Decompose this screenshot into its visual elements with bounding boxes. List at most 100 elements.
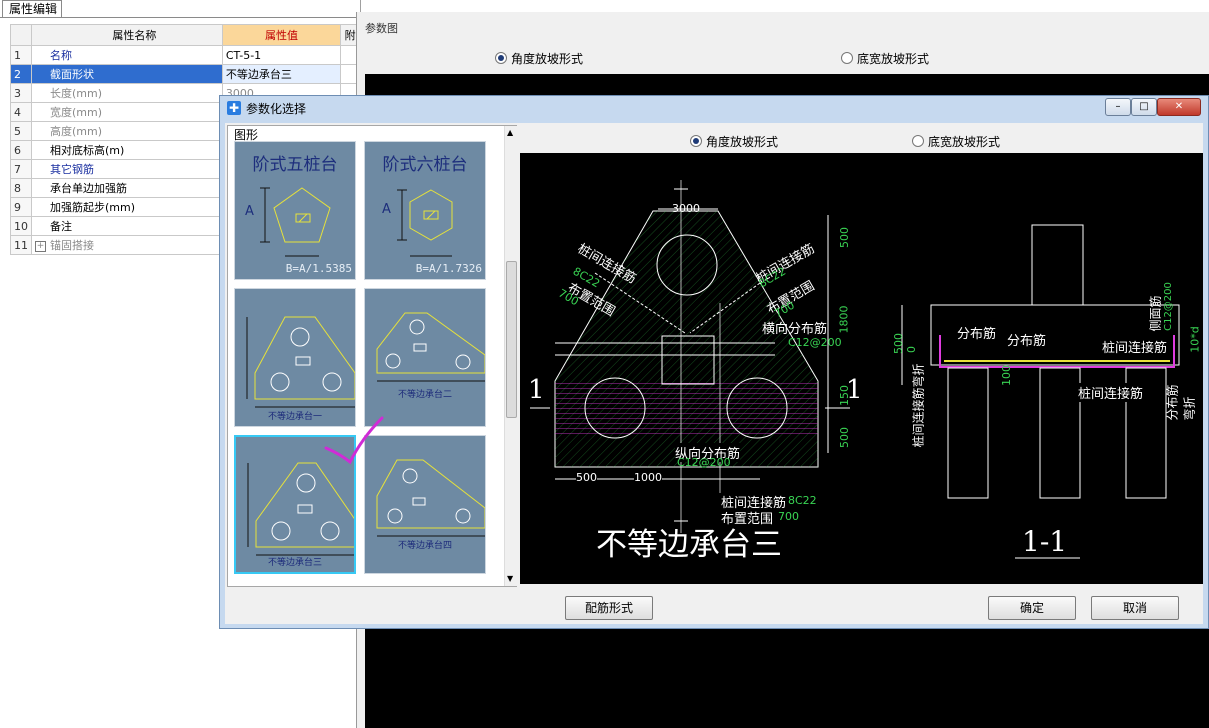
cancel-button[interactable]: 取消 bbox=[1091, 596, 1179, 620]
dim-1800: 1800 bbox=[837, 305, 851, 334]
radio-angle-slope-dialog[interactable]: 角度放坡形式 bbox=[690, 133, 778, 150]
row-number: 10 bbox=[10, 216, 32, 236]
dim-3000: 3000 bbox=[672, 202, 700, 215]
sec-10d: 10*d bbox=[1188, 326, 1202, 353]
sec-side-spec: C12@200 bbox=[1162, 282, 1174, 331]
ok-button[interactable]: 确定 bbox=[988, 596, 1076, 620]
radio-unchecked-icon bbox=[841, 52, 853, 64]
row-number: 11 bbox=[10, 235, 32, 255]
scroll-thumb[interactable] bbox=[506, 261, 517, 418]
radio-checked-icon bbox=[690, 135, 702, 147]
sec-dist-bend: 分布筋弯折 bbox=[1165, 384, 1197, 421]
row-number: 2 bbox=[10, 64, 32, 84]
sec-dist-rebar-2: 分布筋 bbox=[1007, 334, 1047, 349]
property-value[interactable]: 不等边承台三 bbox=[221, 64, 342, 84]
row-number: 9 bbox=[10, 197, 32, 217]
property-name: 锚固搭接 bbox=[50, 239, 94, 252]
minimize-button[interactable]: – bbox=[1105, 98, 1131, 116]
checkmark-annotation-icon bbox=[324, 416, 384, 465]
row-number: 3 bbox=[10, 83, 32, 103]
row-number: 7 bbox=[10, 159, 32, 179]
sec-pile-conn: 桩间连接筋 bbox=[1102, 337, 1168, 356]
table-row[interactable]: 1 名称 CT-5-1 bbox=[10, 45, 360, 65]
sec-side-rebar: 侧面筋 bbox=[1148, 295, 1163, 332]
sec-pile-conn-bottom: 桩间连接筋 bbox=[1078, 383, 1144, 402]
property-name: 备注 bbox=[31, 216, 223, 236]
section-mark-left: 1 bbox=[528, 375, 545, 405]
radio-label: 底宽放坡形式 bbox=[857, 52, 930, 66]
property-name: 宽度(mm) bbox=[31, 102, 223, 122]
tab-property-edit[interactable]: 属性编辑 bbox=[2, 0, 62, 17]
dim-a-label: A bbox=[245, 204, 254, 219]
table-row-selected[interactable]: 2 截面形状 不等边承台三 bbox=[10, 64, 360, 84]
label-longitudinal-spec: C12@200 bbox=[677, 456, 731, 469]
radio-label: 角度放坡形式 bbox=[511, 52, 584, 66]
dim-bottom-1000: 1000 bbox=[634, 471, 662, 484]
preview-area: 角度放坡形式 底宽放坡形式 3000 500 1800 150 500 500 … bbox=[520, 126, 1203, 584]
shape-gallery: 图形 阶式五桩台 A B=A/1.5385 阶式六桩台 A B=A/1.7326… bbox=[227, 125, 517, 587]
label-pile-conn-bottom-spec: 8C22 bbox=[788, 494, 817, 507]
dim-500-top: 500 bbox=[838, 227, 851, 248]
property-name: 加强筋起步(mm) bbox=[31, 197, 223, 217]
sec-dim-500: 500 bbox=[892, 333, 905, 354]
radio-width-slope[interactable]: 底宽放坡形式 bbox=[841, 50, 929, 67]
scroll-down-icon[interactable]: ▼ bbox=[507, 574, 513, 583]
expand-icon[interactable]: + bbox=[35, 240, 46, 252]
radio-width-slope-dialog[interactable]: 底宽放坡形式 bbox=[912, 133, 1000, 150]
row-number: 5 bbox=[10, 121, 32, 141]
dim-bottom-500: 500 bbox=[576, 471, 597, 484]
section-title: 1-1 bbox=[1022, 525, 1068, 558]
thumb-unequal-cap-1[interactable]: 不等边承台一 bbox=[234, 288, 356, 427]
plan-title: 不等边承台三 bbox=[596, 527, 782, 563]
cad-drawing-canvas: 3000 500 1800 150 500 500 1000 桩间连接筋 8C2… bbox=[520, 153, 1203, 584]
table-header-row: 属性名称 属性值 附 bbox=[10, 24, 360, 46]
thumb-caption: 不等边承台四 bbox=[397, 541, 452, 551]
gallery-scrollbar[interactable]: ▲ ▼ bbox=[504, 126, 517, 586]
close-button[interactable]: ✕ bbox=[1157, 98, 1201, 116]
row-number: 4 bbox=[10, 102, 32, 122]
label-transverse-rebar: 横向分布筋 bbox=[762, 322, 828, 337]
property-value[interactable]: CT-5-1 bbox=[221, 45, 342, 65]
thumb-step-six-pile[interactable]: 阶式六桩台 A B=A/1.7326 bbox=[364, 141, 486, 280]
property-name: 高度(mm) bbox=[31, 121, 223, 141]
row-number: 8 bbox=[10, 178, 32, 198]
sec-dist-rebar-1: 分布筋 bbox=[957, 327, 997, 342]
thumb-formula: B=A/1.5385 bbox=[285, 262, 352, 275]
param-figure-title: 参数图 bbox=[365, 22, 398, 35]
dim-500-bottom: 500 bbox=[838, 427, 851, 448]
thumb-unequal-cap-2[interactable]: 不等边承台二 bbox=[364, 288, 486, 427]
column-header-name[interactable]: 属性名称 bbox=[31, 24, 223, 46]
section-mark-right: 1 bbox=[846, 375, 863, 405]
row-number: 1 bbox=[10, 45, 32, 65]
label-transverse-spec: C12@200 bbox=[788, 336, 842, 349]
thumb-caption: 不等边承台三 bbox=[267, 558, 322, 568]
unequal-cap-shape-icon bbox=[246, 316, 355, 408]
radio-angle-slope[interactable]: 角度放坡形式 bbox=[495, 50, 583, 67]
column-header-value[interactable]: 属性值 bbox=[221, 24, 342, 46]
property-name-group[interactable]: + 锚固搭接 bbox=[31, 235, 223, 255]
unequal-cap-shape-icon bbox=[376, 312, 485, 382]
sec-dim-0: 0 bbox=[905, 346, 918, 353]
param-select-dialog: ✚ 参数化选择 – □ ✕ 图形 阶式五桩台 A B=A/1.5385 阶式六桩… bbox=[219, 95, 1209, 629]
property-name: 相对底标高(m) bbox=[31, 140, 223, 160]
radio-checked-icon bbox=[495, 52, 507, 64]
maximize-button[interactable]: □ bbox=[1131, 98, 1157, 116]
scroll-up-icon[interactable]: ▲ bbox=[507, 128, 513, 137]
property-name: 其它钢筋 bbox=[31, 159, 223, 179]
row-number-header bbox=[10, 24, 32, 46]
dialog-body: 图形 阶式五桩台 A B=A/1.5385 阶式六桩台 A B=A/1.7326… bbox=[225, 123, 1203, 624]
rebar-form-button[interactable]: 配筋形式 bbox=[565, 596, 653, 620]
thumb-formula: B=A/1.7326 bbox=[415, 262, 482, 275]
thumb-step-five-pile[interactable]: 阶式五桩台 A B=A/1.5385 bbox=[234, 141, 356, 280]
property-name: 承台单边加强筋 bbox=[31, 178, 223, 198]
dialog-title: 参数化选择 bbox=[246, 102, 307, 116]
property-name: 名称 bbox=[31, 45, 223, 65]
row-number: 6 bbox=[10, 140, 32, 160]
radio-label: 底宽放坡形式 bbox=[928, 135, 1001, 149]
dim-a-label: A bbox=[382, 202, 391, 217]
app-icon: ✚ bbox=[227, 101, 241, 115]
sec-dim-100: 100 bbox=[1000, 365, 1013, 386]
thumb-caption: 不等边承台二 bbox=[397, 390, 452, 400]
property-name: 长度(mm) bbox=[31, 83, 223, 103]
tab-underline bbox=[0, 17, 360, 18]
